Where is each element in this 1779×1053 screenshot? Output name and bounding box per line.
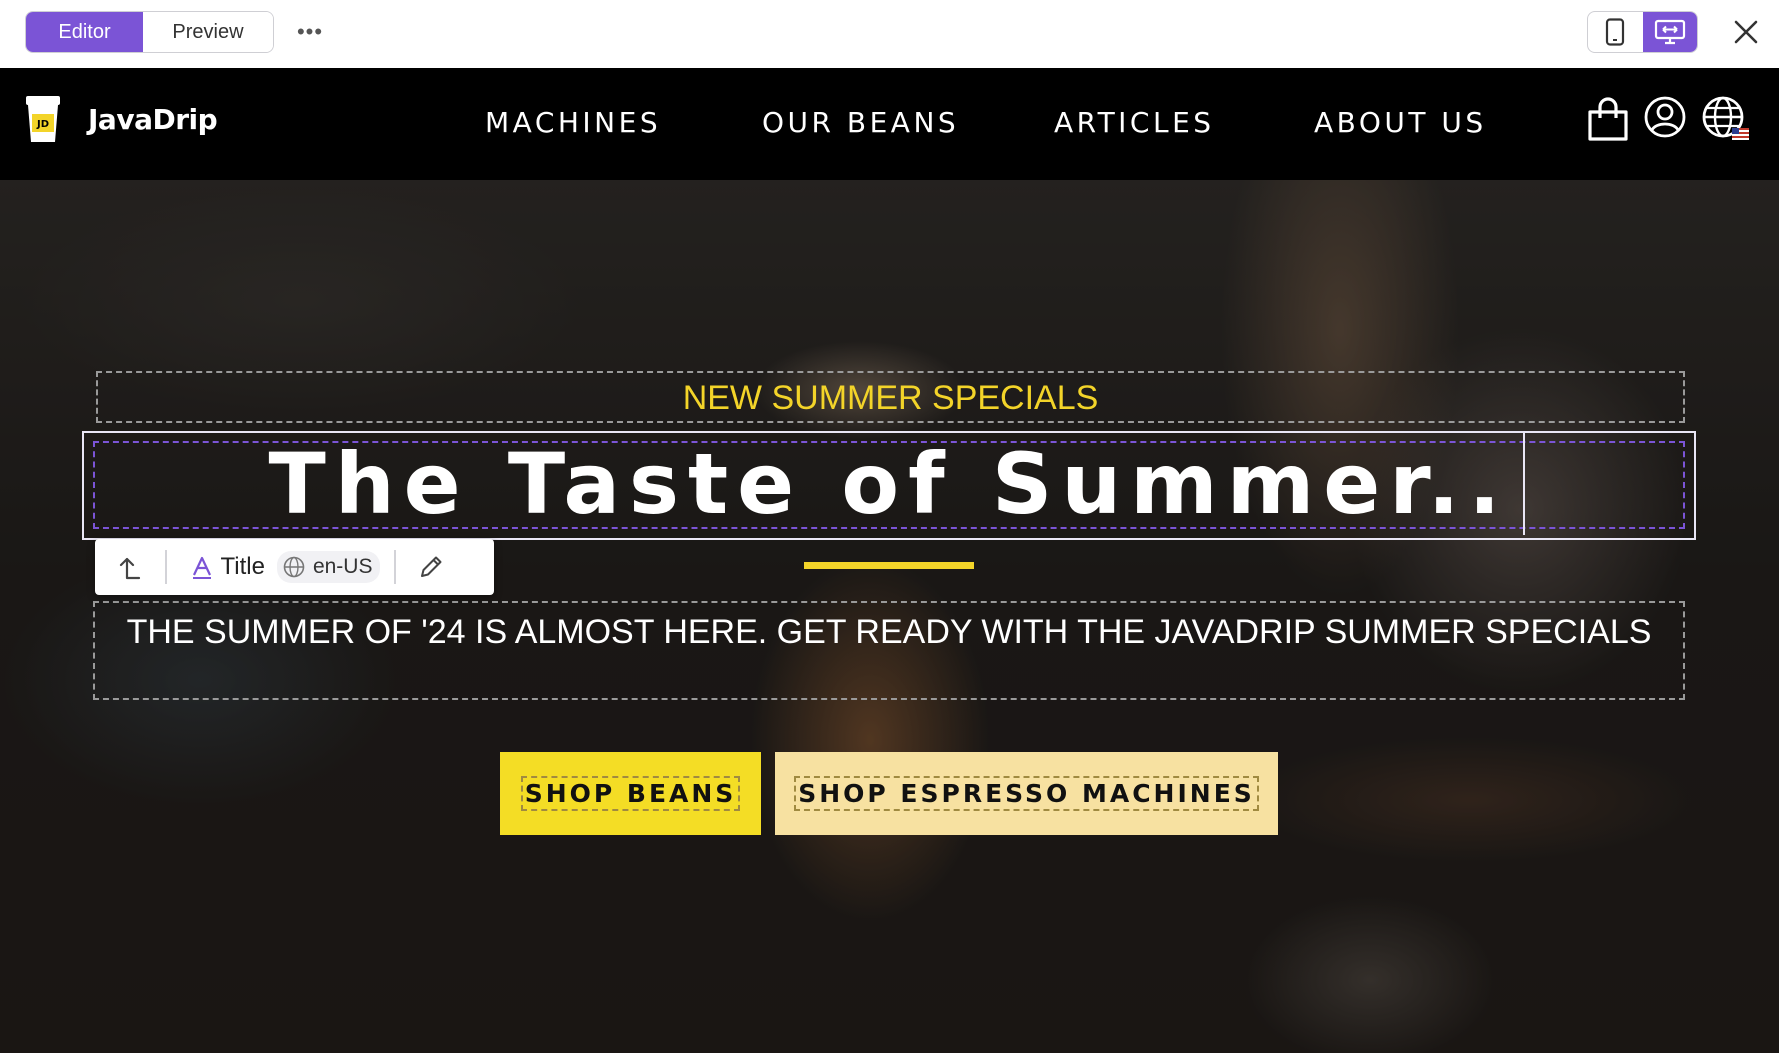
element-type-label: Title [220,553,265,580]
close-button[interactable] [1728,14,1764,50]
hero-section: NEW SUMMER SPECIALS The Taste of Summer.… [0,180,1779,1053]
more-options-button[interactable]: ••• [294,17,326,47]
title-underline [804,562,974,569]
desktop-device-icon [1654,19,1685,45]
hero-eyebrow[interactable]: NEW SUMMER SPECIALS [96,379,1685,418]
locale-selector[interactable]: en-US [276,551,381,583]
globe-icon [283,556,305,578]
desktop-view-button[interactable] [1642,12,1697,52]
hero-title[interactable]: The Taste of Summer.. [93,435,1685,533]
mobile-view-button[interactable] [1588,12,1643,52]
globe-language-icon[interactable] [1702,96,1752,146]
element-toolbar: Title en-US [95,539,494,595]
locale-label: en-US [312,555,373,578]
element-type: Title [191,553,265,581]
brand-name: JavaDrip [88,102,218,136]
shop-beans-label: SHOP BEANS [520,776,741,811]
shop-beans-button[interactable]: SHOP BEANS [500,752,761,835]
hero-subtitle[interactable]: THE SUMMER OF '24 IS ALMOST HERE. GET RE… [110,608,1668,657]
account-icon[interactable] [1644,96,1686,138]
editor-top-bar: Editor Preview ••• [0,0,1779,68]
text-style-icon [192,556,211,579]
nav-about-us[interactable]: ABOUT US [1314,106,1487,139]
nav-articles[interactable]: ARTICLES [1054,106,1215,139]
logo-badge: JD [36,119,49,130]
mobile-device-icon [1606,18,1625,46]
shop-espresso-machines-label: SHOP ESPRESSO MACHINES [794,776,1259,811]
select-parent-icon [119,557,141,580]
coffee-cup-logo-icon: JD [26,96,60,142]
nav-machines[interactable]: MACHINES [485,106,661,139]
edit-element-button[interactable] [396,539,466,595]
toolbar-separator [165,550,167,584]
shop-espresso-machines-button[interactable]: SHOP ESPRESSO MACHINES [775,752,1278,835]
shopping-bag-icon[interactable] [1586,96,1630,142]
editor-mode-button[interactable]: Editor [26,12,143,52]
edit-pencil-icon [420,556,442,577]
close-icon [1734,20,1758,44]
device-toggle [1587,11,1698,53]
editor-mode-toggle: Editor Preview [25,11,274,53]
site-logo[interactable]: JD JavaDrip [24,94,218,144]
site-header: JD JavaDrip MACHINES OUR BEANS ARTICLES … [0,68,1779,180]
text-caret [1523,433,1525,535]
preview-mode-button[interactable]: Preview [143,12,273,52]
select-parent-button[interactable] [95,539,165,595]
nav-our-beans[interactable]: OUR BEANS [762,106,959,139]
